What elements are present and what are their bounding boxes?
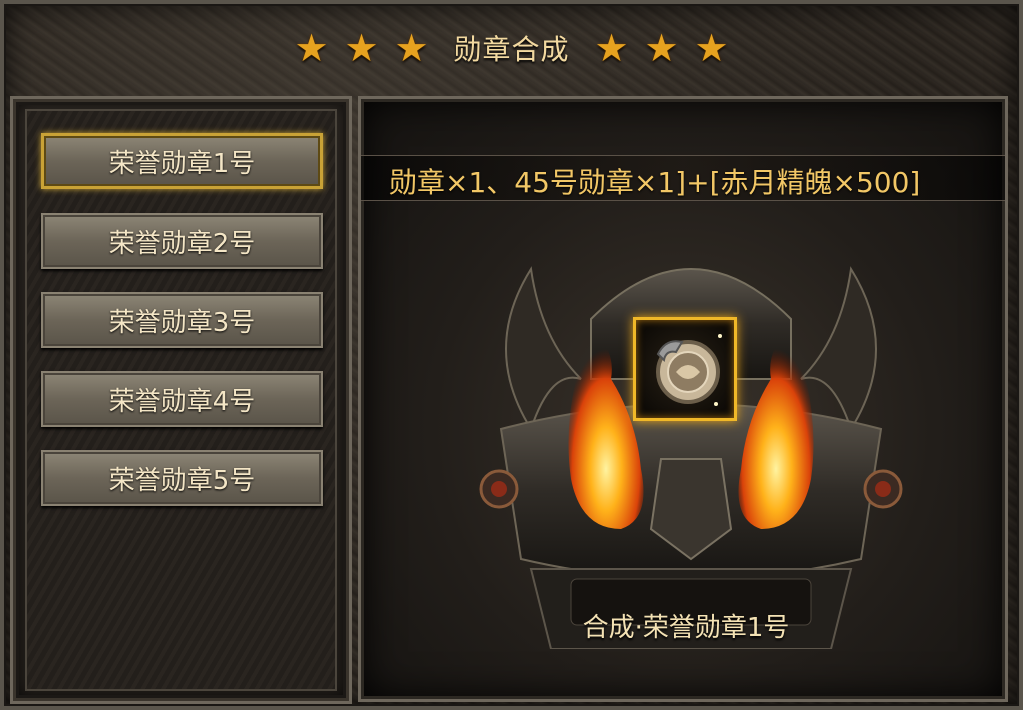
medal-synthesis-window: ★ ★ ★ 勋章合成 ★ ★ ★ 荣誉勋章1号 荣誉勋章2号 荣誉勋章3号 荣誉… bbox=[0, 0, 1023, 710]
star-icon: ★ bbox=[644, 26, 679, 70]
recipe-bar: 勋章×1、45号勋章×1]+[赤月精魄×500] bbox=[361, 155, 1005, 201]
star-icon: ★ bbox=[344, 26, 379, 70]
title-stars-left: ★ ★ ★ bbox=[293, 26, 429, 70]
medal-item-1-button[interactable]: 荣誉勋章1号 bbox=[41, 133, 323, 189]
title-stars-right: ★ ★ ★ bbox=[594, 26, 730, 70]
star-icon: ★ bbox=[594, 26, 629, 70]
synthesis-result-label[interactable]: 合成·荣誉勋章1号 bbox=[511, 607, 861, 644]
medal-item-5-button[interactable]: 荣誉勋章5号 bbox=[41, 450, 323, 506]
window-title: 勋章合成 bbox=[453, 33, 570, 66]
medal-list-panel: 荣誉勋章1号 荣誉勋章2号 荣誉勋章3号 荣誉勋章4号 荣誉勋章5号 bbox=[10, 96, 352, 704]
title-bar: ★ ★ ★ 勋章合成 ★ ★ ★ bbox=[4, 4, 1019, 92]
medal-item-2-button[interactable]: 荣誉勋章2号 bbox=[41, 213, 323, 269]
synthesis-panel: 勋章×1、45号勋章×1]+[赤月精魄×500] 合成·荣誉勋章1号 bbox=[358, 96, 1008, 702]
medal-slot[interactable] bbox=[633, 317, 737, 421]
recipe-text: 勋章×1、45号勋章×1]+[赤月精魄×500] bbox=[389, 166, 921, 199]
altar-illustration bbox=[479, 266, 903, 649]
star-icon: ★ bbox=[694, 26, 729, 70]
star-icon: ★ bbox=[294, 26, 329, 70]
medal-icon bbox=[656, 334, 722, 406]
medal-item-3-button[interactable]: 荣誉勋章3号 bbox=[41, 292, 323, 348]
medal-item-4-button[interactable]: 荣誉勋章4号 bbox=[41, 371, 323, 427]
star-icon: ★ bbox=[394, 26, 429, 70]
